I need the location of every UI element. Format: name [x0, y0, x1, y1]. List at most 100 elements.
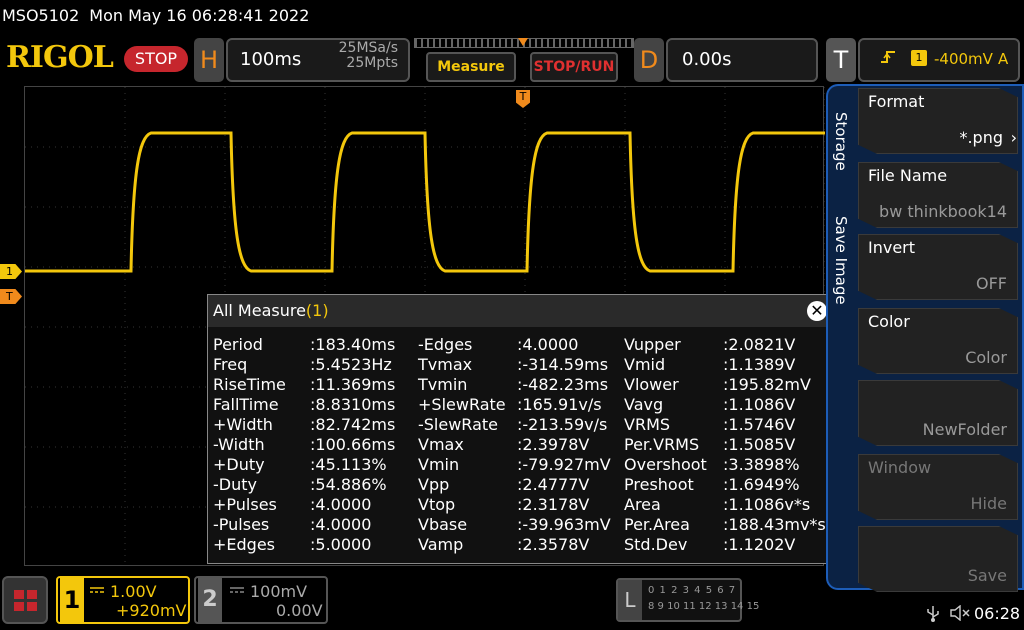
menu-item-newfolder[interactable]: NewFolder	[858, 380, 1018, 446]
ch1-offset-marker[interactable]: 1	[0, 264, 22, 279]
menu-item-title: Format	[868, 92, 925, 111]
measure-value: :1.1389V	[723, 355, 796, 374]
measure-value: :5.0000	[310, 535, 372, 554]
measure-value: :4.0000	[517, 335, 579, 354]
measure-value: :-482.23ms	[517, 375, 609, 394]
measure-value: :4.0000	[310, 515, 372, 534]
grid-menu-icon	[14, 590, 37, 611]
measure-value: :183.40ms	[310, 335, 396, 354]
la-channels-high: 8 9 10 11 12 13 14 15	[648, 601, 760, 612]
measure-label: +Width	[213, 415, 273, 434]
measure-label: +Edges	[213, 535, 276, 554]
measure-value: :-39.963mV	[517, 515, 611, 534]
run-state-badge[interactable]: STOP	[124, 46, 188, 72]
measure-value: :195.82mV	[723, 375, 811, 394]
menu-item-value: bw thinkbook14	[879, 202, 1007, 221]
measure-label: Freq	[213, 355, 248, 374]
measure-value: :1.5085V	[723, 435, 796, 454]
tab-storage[interactable]: Storage	[832, 112, 850, 171]
close-icon[interactable]: ✕	[807, 301, 827, 321]
measure-label: -Width	[213, 435, 265, 454]
measure-label: Tvmin	[418, 375, 468, 394]
trigger-level-marker[interactable]: T	[0, 289, 22, 304]
measure-value: :1.1086V	[723, 395, 796, 414]
ch2-offset: 0.00V	[276, 601, 323, 620]
measure-value: :11.369ms	[310, 375, 396, 394]
measure-label: Vbase	[418, 515, 468, 534]
measure-value: :5.4523Hz	[310, 355, 392, 374]
measure-label: Vtop	[418, 495, 456, 514]
menu-item-value: Save	[967, 566, 1007, 585]
menu-item-value: OFF	[976, 274, 1007, 293]
sample-rate: 25MSa/s 25Mpts	[328, 41, 398, 71]
measure-label: Vlower	[624, 375, 679, 394]
ch2-scale: 100mV	[250, 582, 308, 601]
rising-edge-icon	[880, 49, 896, 69]
logic-analyzer-label: L	[618, 580, 642, 620]
home-button[interactable]	[2, 576, 48, 624]
measure-label: Preshoot	[624, 475, 694, 494]
measure-value: :82.742ms	[310, 415, 396, 434]
measure-value: :2.0821V	[723, 335, 796, 354]
trigger-level-value: -400mV	[934, 50, 993, 68]
measure-label: Period	[213, 335, 263, 354]
menu-item-title: Window	[868, 458, 932, 477]
trigger-mode: A	[998, 50, 1009, 68]
measure-value: :2.3978V	[517, 435, 590, 454]
measure-label: Area	[624, 495, 661, 514]
measure-label: -SlewRate	[418, 415, 498, 434]
measure-label: Std.Dev	[624, 535, 688, 554]
menu-item-format[interactable]: Format *.png ›	[858, 88, 1018, 154]
measure-label: +Duty	[213, 455, 265, 474]
measure-label: FallTime	[213, 395, 279, 414]
sample-rate-value: 25MSa/s	[338, 40, 398, 56]
all-measure-window: All Measure(1) ✕ Period :183.40ms Freq :5.4…	[207, 294, 834, 564]
tab-save-image[interactable]: Save Image	[832, 216, 850, 305]
measure-value: :8.8310ms	[310, 395, 396, 414]
menu-item-title: Color	[868, 312, 910, 331]
measure-button[interactable]: Measure	[426, 52, 516, 82]
measure-label: Overshoot	[624, 455, 707, 474]
trigger-position-marker	[518, 38, 528, 46]
menu-item-window[interactable]: Window Hide	[858, 454, 1018, 520]
measure-value: :1.1086v*s	[723, 495, 811, 514]
chevron-right-icon: ›	[1010, 128, 1017, 147]
measure-value: :188.43mv*s	[723, 515, 826, 534]
menu-item-value: Hide	[970, 494, 1007, 513]
delay-letter[interactable]: D	[634, 38, 664, 82]
stop-run-button[interactable]: STOP/RUN	[530, 52, 618, 82]
measure-label: -Pulses	[213, 515, 270, 534]
measure-label: +Pulses	[213, 495, 277, 514]
measure-value: :45.113%	[310, 455, 387, 474]
measure-header: All Measure(1)	[208, 295, 833, 327]
menu-item-file-name[interactable]: File Name bw thinkbook14	[858, 162, 1018, 228]
menu-item-color[interactable]: Color Color	[858, 308, 1018, 374]
status-line: MSO5102 Mon May 16 06:28:41 2022	[0, 0, 1024, 32]
measure-source: (1)	[305, 301, 329, 320]
measure-value: :2.4777V	[517, 475, 590, 494]
measure-label: Per.Area	[624, 515, 690, 534]
trigger-letter[interactable]: T	[826, 38, 856, 82]
measure-value: :3.3898%	[723, 455, 800, 474]
measure-label: Vpp	[418, 475, 450, 494]
model-name: MSO5102	[2, 6, 80, 25]
speaker-muted-icon[interactable]	[950, 604, 970, 625]
menu-item-save[interactable]: Save	[858, 526, 1018, 592]
measure-value: :4.0000	[310, 495, 372, 514]
usb-icon	[926, 606, 940, 626]
dc-coupling-icon	[230, 586, 244, 597]
ch1-scale: 1.00V	[110, 582, 157, 601]
side-menu-tabs: Storage Save Image	[826, 84, 856, 590]
menu-item-invert[interactable]: Invert OFF	[858, 234, 1018, 300]
datetime: Mon May 16 06:28:41 2022	[89, 6, 310, 25]
measure-label: VRMS	[624, 415, 671, 434]
measure-value: :54.886%	[310, 475, 387, 494]
memory-depth-value: 25Mpts	[346, 55, 398, 71]
measure-label: Vmid	[624, 355, 666, 374]
menu-item-value: *.png	[959, 128, 1003, 147]
horizontal-letter[interactable]: H	[194, 38, 224, 82]
measure-label: Vupper	[624, 335, 681, 354]
ch2-label: 2	[198, 578, 222, 622]
measure-label: +SlewRate	[418, 395, 506, 414]
measure-value: :1.6949%	[723, 475, 800, 494]
